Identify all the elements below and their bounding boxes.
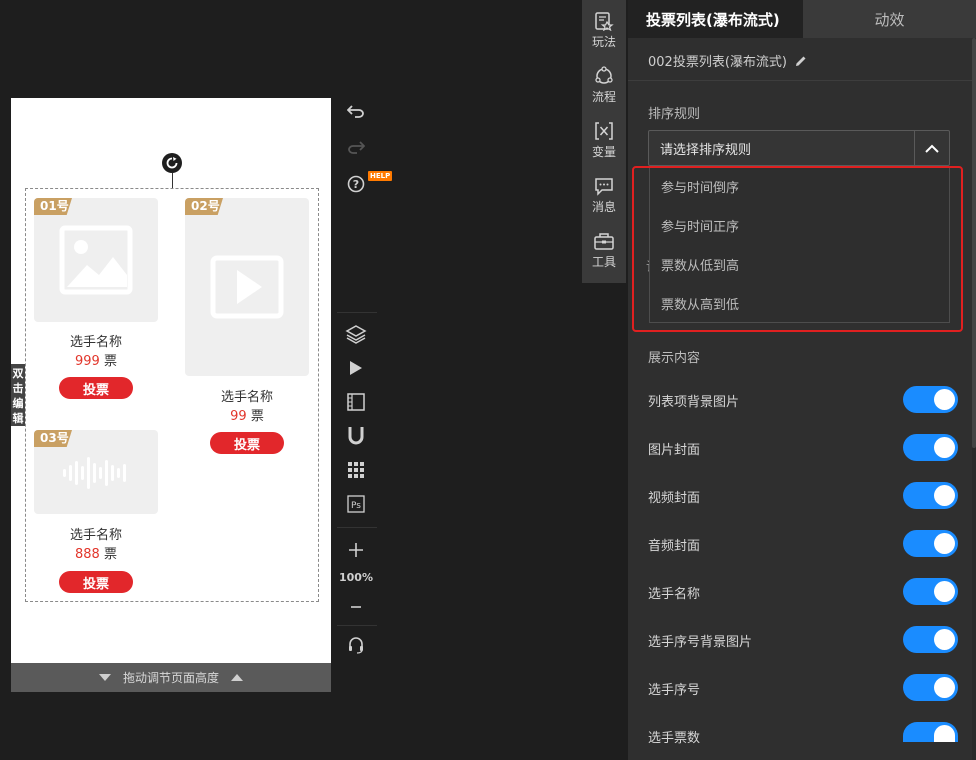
- toggle-knob: [934, 485, 955, 506]
- magnet-icon[interactable]: [345, 425, 367, 447]
- help-badge: HELP: [368, 171, 393, 181]
- film-icon[interactable]: [345, 391, 367, 413]
- sort-rule-select[interactable]: 请选择排序规则: [648, 130, 950, 166]
- card-votes-3: 888 票: [75, 547, 117, 562]
- display-content-label: 展示内容: [648, 351, 701, 366]
- component-title[interactable]: 002投票列表(瀑布流式): [648, 51, 807, 70]
- tab-vote-list[interactable]: 投票列表(瀑布流式): [628, 0, 803, 38]
- toggle-switch[interactable]: [903, 530, 958, 557]
- toggle-label: 选手名称: [648, 587, 701, 602]
- nav-item-variable[interactable]: 变量: [582, 121, 626, 160]
- message-icon: [595, 178, 613, 196]
- card-number-badge: 01号: [34, 198, 72, 215]
- rotate-handle[interactable]: [162, 153, 182, 173]
- zoom-out-icon[interactable]: [345, 596, 367, 618]
- card-votes-1: 999 票: [75, 354, 117, 369]
- height-bar-label: 拖动调节页面高度: [122, 671, 219, 685]
- toggle-knob: [934, 533, 955, 554]
- feature-nav: 玩法 流程 变量 消息 工具: [582, 0, 626, 283]
- divider: [628, 80, 974, 81]
- grid-icon[interactable]: [345, 459, 367, 481]
- help-icon[interactable]: ?: [345, 173, 367, 195]
- zoom-in-icon[interactable]: [345, 539, 367, 561]
- headset-icon[interactable]: [345, 634, 367, 656]
- toggle-knob: [934, 437, 955, 458]
- card-votes-2: 99 票: [230, 409, 264, 424]
- side-edit-label: 双击编辑: [12, 367, 24, 425]
- flow-icon: [595, 66, 613, 84]
- toggle-switch[interactable]: [903, 578, 958, 605]
- toolbox-icon: [594, 233, 614, 250]
- card-number-badge: 03号: [34, 430, 72, 447]
- chevron-up-icon[interactable]: [914, 131, 949, 165]
- card-media-1[interactable]: 01号: [34, 198, 158, 322]
- card-number-badge: 02号: [185, 198, 223, 215]
- card-media-2[interactable]: 02号: [185, 198, 309, 376]
- highlight-frame: [632, 166, 963, 332]
- rotate-icon: [166, 157, 178, 169]
- toggle-switch[interactable]: [903, 722, 958, 742]
- zoom-level: 100%: [339, 571, 373, 584]
- double-click-edit-tab[interactable]: 双击编辑: [11, 364, 25, 426]
- audio-placeholder-icon: [63, 457, 126, 489]
- video-placeholder-icon: [210, 255, 284, 319]
- svg-text:Ps: Ps: [351, 501, 361, 511]
- tab-animation[interactable]: 动效: [803, 0, 976, 38]
- toggle-label: 音频封面: [648, 539, 701, 554]
- toggle-switch[interactable]: [903, 626, 958, 653]
- photoshop-icon[interactable]: Ps: [345, 493, 367, 515]
- toolbar-divider: [337, 312, 377, 313]
- toggle-label: 列表项背景图片: [648, 395, 740, 410]
- toggle-switch[interactable]: [903, 674, 958, 701]
- pencil-icon[interactable]: [795, 55, 807, 67]
- toggle-knob: [934, 629, 955, 650]
- play-icon[interactable]: [345, 357, 367, 379]
- toggle-knob: [934, 389, 955, 410]
- toggle-knob: [934, 677, 955, 698]
- card-name-2: 选手名称: [220, 390, 273, 405]
- gameplay-icon: [595, 12, 614, 31]
- redo-icon[interactable]: [345, 136, 367, 158]
- svg-text:?: ?: [353, 178, 359, 191]
- toggle-switch[interactable]: [903, 482, 958, 509]
- toggle-label: 图片封面: [648, 443, 701, 458]
- card-media-3[interactable]: 03号: [34, 430, 158, 514]
- vote-button-3[interactable]: 投票: [59, 571, 133, 593]
- page-height-drag-bar[interactable]: 拖动调节页面高度: [11, 663, 331, 692]
- vote-button-2[interactable]: 投票: [210, 432, 284, 454]
- nav-item-flow[interactable]: 流程: [582, 66, 626, 105]
- variable-icon: [595, 122, 613, 140]
- rotate-stem: [172, 173, 173, 188]
- toggle-label: 选手票数: [648, 731, 701, 746]
- toggle-knob: [934, 581, 955, 602]
- toggle-switch[interactable]: [903, 386, 958, 413]
- toolbar-divider: [337, 527, 377, 528]
- nav-item-tools[interactable]: 工具: [582, 231, 626, 270]
- toggle-label: 视频封面: [648, 491, 701, 506]
- toggle-label: 选手序号背景图片: [648, 635, 753, 650]
- undo-icon[interactable]: [345, 100, 367, 122]
- toggle-label: 选手序号: [648, 683, 701, 698]
- layers-icon[interactable]: [345, 323, 367, 345]
- arrow-down-icon: [98, 674, 111, 681]
- card-name-1: 选手名称: [69, 335, 122, 350]
- card-name-3: 选手名称: [69, 528, 122, 543]
- toolbar-divider: [337, 625, 377, 626]
- scrollbar-thumb[interactable]: [972, 38, 976, 448]
- sort-rule-label: 排序规则: [648, 107, 701, 122]
- toggle-knob: [934, 725, 955, 742]
- vote-button-1[interactable]: 投票: [59, 377, 133, 399]
- toggle-switch[interactable]: [903, 434, 958, 461]
- image-placeholder-icon: [59, 225, 133, 295]
- nav-item-gameplay[interactable]: 玩法: [582, 11, 626, 50]
- nav-item-message[interactable]: 消息: [582, 176, 626, 215]
- arrow-up-icon: [231, 674, 243, 681]
